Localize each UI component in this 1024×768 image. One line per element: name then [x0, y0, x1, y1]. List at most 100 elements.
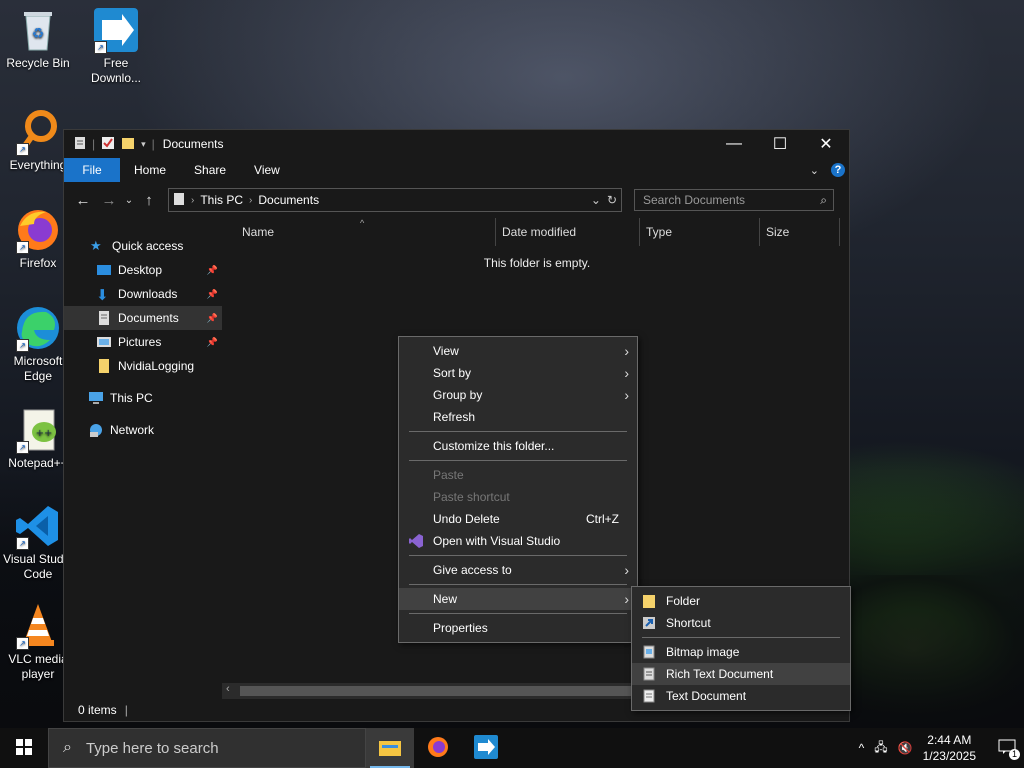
menu-item-properties[interactable]: Properties: [399, 617, 637, 639]
new-folder-icon[interactable]: [121, 136, 135, 153]
vlc-icon: ↗: [14, 602, 62, 650]
tab-share[interactable]: Share: [180, 158, 240, 182]
search-placeholder: Type here to search: [85, 739, 219, 757]
taskbar: ⌕ Type here to search ^ 🖧 🔇 2:44 AM 1/23…: [0, 728, 1024, 768]
new-item-folder[interactable]: Folder: [632, 590, 850, 612]
new-item-shortcut[interactable]: Shortcut: [632, 612, 850, 634]
column-name[interactable]: Name ^: [222, 218, 496, 246]
column-label: Size: [766, 225, 790, 239]
nav-label: NvidiaLogging: [118, 359, 195, 373]
notifications-icon[interactable]: 1: [998, 739, 1020, 760]
menu-label: View: [433, 344, 459, 358]
menu-label: Customize this folder...: [433, 439, 555, 453]
tab-view[interactable]: View: [240, 158, 294, 182]
window-title: Documents: [162, 137, 224, 151]
column-label: Date modified: [502, 225, 577, 239]
submenu-arrow-icon: ›: [624, 343, 629, 359]
firefox-icon: [427, 736, 449, 761]
column-label: Type: [646, 225, 673, 239]
menu-separator: [409, 555, 627, 556]
menu-item-group-by[interactable]: Group by ›: [399, 384, 637, 406]
breadcrumb-this-pc[interactable]: This PC: [194, 193, 249, 207]
menu-separator: [409, 613, 627, 614]
menu-item-view[interactable]: View ›: [399, 340, 637, 362]
new-item-rich-text-document[interactable]: Rich Text Document: [632, 663, 850, 685]
menu-item-refresh[interactable]: Refresh: [399, 406, 637, 428]
menu-item-customize-folder[interactable]: Customize this folder...: [399, 435, 637, 457]
tab-file[interactable]: File: [64, 158, 120, 182]
scroll-left-icon[interactable]: ‹: [226, 683, 230, 695]
address-dropdown-icon[interactable]: ⌄: [591, 193, 601, 207]
submenu-arrow-icon: ›: [624, 365, 629, 381]
menu-label: Paste: [433, 468, 464, 482]
menu-item-give-access[interactable]: Give access to ›: [399, 559, 637, 581]
bitmap-image-icon: [642, 645, 656, 659]
address-bar[interactable]: › This PC › Documents ⌄ ↻: [168, 188, 622, 212]
ribbon-controls: ⌄ ?: [810, 163, 849, 177]
close-button[interactable]: ✕: [803, 130, 849, 158]
customize-toolbar-icon[interactable]: ▾: [141, 139, 146, 150]
network-status-icon[interactable]: 🖧: [874, 738, 887, 759]
menu-item-new[interactable]: New ›: [399, 588, 637, 610]
breadcrumb-documents[interactable]: Documents: [252, 193, 325, 207]
recycle-bin-icon: ♻: [14, 6, 62, 54]
title-bar: | ▾ | Documents — ☐ ✕: [64, 130, 849, 158]
refresh-icon[interactable]: ↻: [607, 193, 617, 207]
column-date-modified[interactable]: Date modified: [496, 218, 640, 246]
nav-quick-access[interactable]: ★ Quick access: [64, 234, 222, 258]
expand-ribbon-icon[interactable]: ⌄: [810, 164, 819, 177]
nav-desktop[interactable]: Desktop 📌: [64, 258, 222, 282]
taskbar-firefox[interactable]: [414, 728, 462, 768]
item-count: 0 items: [78, 703, 117, 717]
desktop-icon-recycle-bin[interactable]: ♻ Recycle Bin: [0, 6, 76, 71]
shortcut-icon: [642, 616, 656, 630]
taskbar-search-box[interactable]: ⌕ Type here to search: [48, 728, 366, 768]
empty-folder-message: This folder is empty.: [483, 256, 591, 270]
menu-separator: [409, 431, 627, 432]
maximize-button[interactable]: ☐: [757, 130, 803, 158]
search-input[interactable]: Search Documents ⌕: [634, 189, 834, 211]
taskbar-free-download-manager[interactable]: [462, 728, 510, 768]
desktop-folder-icon: [96, 262, 112, 278]
back-arrow-icon[interactable]: ←: [70, 192, 96, 209]
scrollbar-thumb[interactable]: [240, 686, 649, 696]
help-icon[interactable]: ?: [831, 163, 845, 177]
menu-label: Folder: [666, 594, 701, 608]
vscode-icon: ↗: [14, 502, 62, 550]
menu-item-sort-by[interactable]: Sort by ›: [399, 362, 637, 384]
clock[interactable]: 2:44 AM 1/23/2025: [923, 732, 976, 764]
taskbar-file-explorer[interactable]: [366, 728, 414, 768]
new-item-bitmap[interactable]: Bitmap image: [632, 641, 850, 663]
notification-badge: 1: [1009, 748, 1020, 760]
volume-muted-icon[interactable]: 🔇: [898, 741, 913, 755]
nav-this-pc[interactable]: This PC: [64, 386, 222, 410]
menu-label: Give access to: [433, 563, 512, 577]
column-headers: Name ^ Date modified Type Size: [222, 218, 849, 246]
new-item-text-document[interactable]: Text Document: [632, 685, 850, 707]
checkmark-doc-icon[interactable]: [101, 136, 115, 153]
menu-item-open-with-visual-studio[interactable]: Open with Visual Studio: [399, 530, 637, 552]
nav-pictures[interactable]: Pictures 📌: [64, 330, 222, 354]
menu-label: Shortcut: [666, 616, 711, 630]
column-size[interactable]: Size: [760, 218, 840, 246]
recent-locations-icon[interactable]: ⌄: [122, 195, 136, 206]
minimize-button[interactable]: —: [711, 130, 757, 158]
document-properties-icon[interactable]: [74, 136, 86, 153]
breadcrumb-chevron-icon: ›: [191, 194, 195, 206]
desktop-icon-free-download-manager[interactable]: ↗ Free Downlo...: [78, 6, 154, 86]
nav-network[interactable]: Network: [64, 418, 222, 442]
menu-label: Text Document: [666, 689, 747, 703]
start-button[interactable]: [0, 728, 48, 768]
nav-documents[interactable]: Documents 📌: [64, 306, 222, 330]
nav-label: Network: [110, 423, 155, 437]
nav-downloads[interactable]: ⬇ Downloads 📌: [64, 282, 222, 306]
forward-arrow-icon[interactable]: →: [96, 192, 122, 209]
up-arrow-icon[interactable]: ↑: [136, 192, 162, 209]
show-hidden-icons-icon[interactable]: ^: [859, 741, 865, 755]
documents-icon: [96, 310, 112, 326]
menu-item-undo-delete[interactable]: Undo Delete Ctrl+Z: [399, 508, 637, 530]
column-type[interactable]: Type: [640, 218, 760, 246]
menu-label: Bitmap image: [666, 645, 740, 659]
nav-nvidialogging[interactable]: NvidiaLogging: [64, 354, 222, 378]
tab-home[interactable]: Home: [120, 158, 180, 182]
